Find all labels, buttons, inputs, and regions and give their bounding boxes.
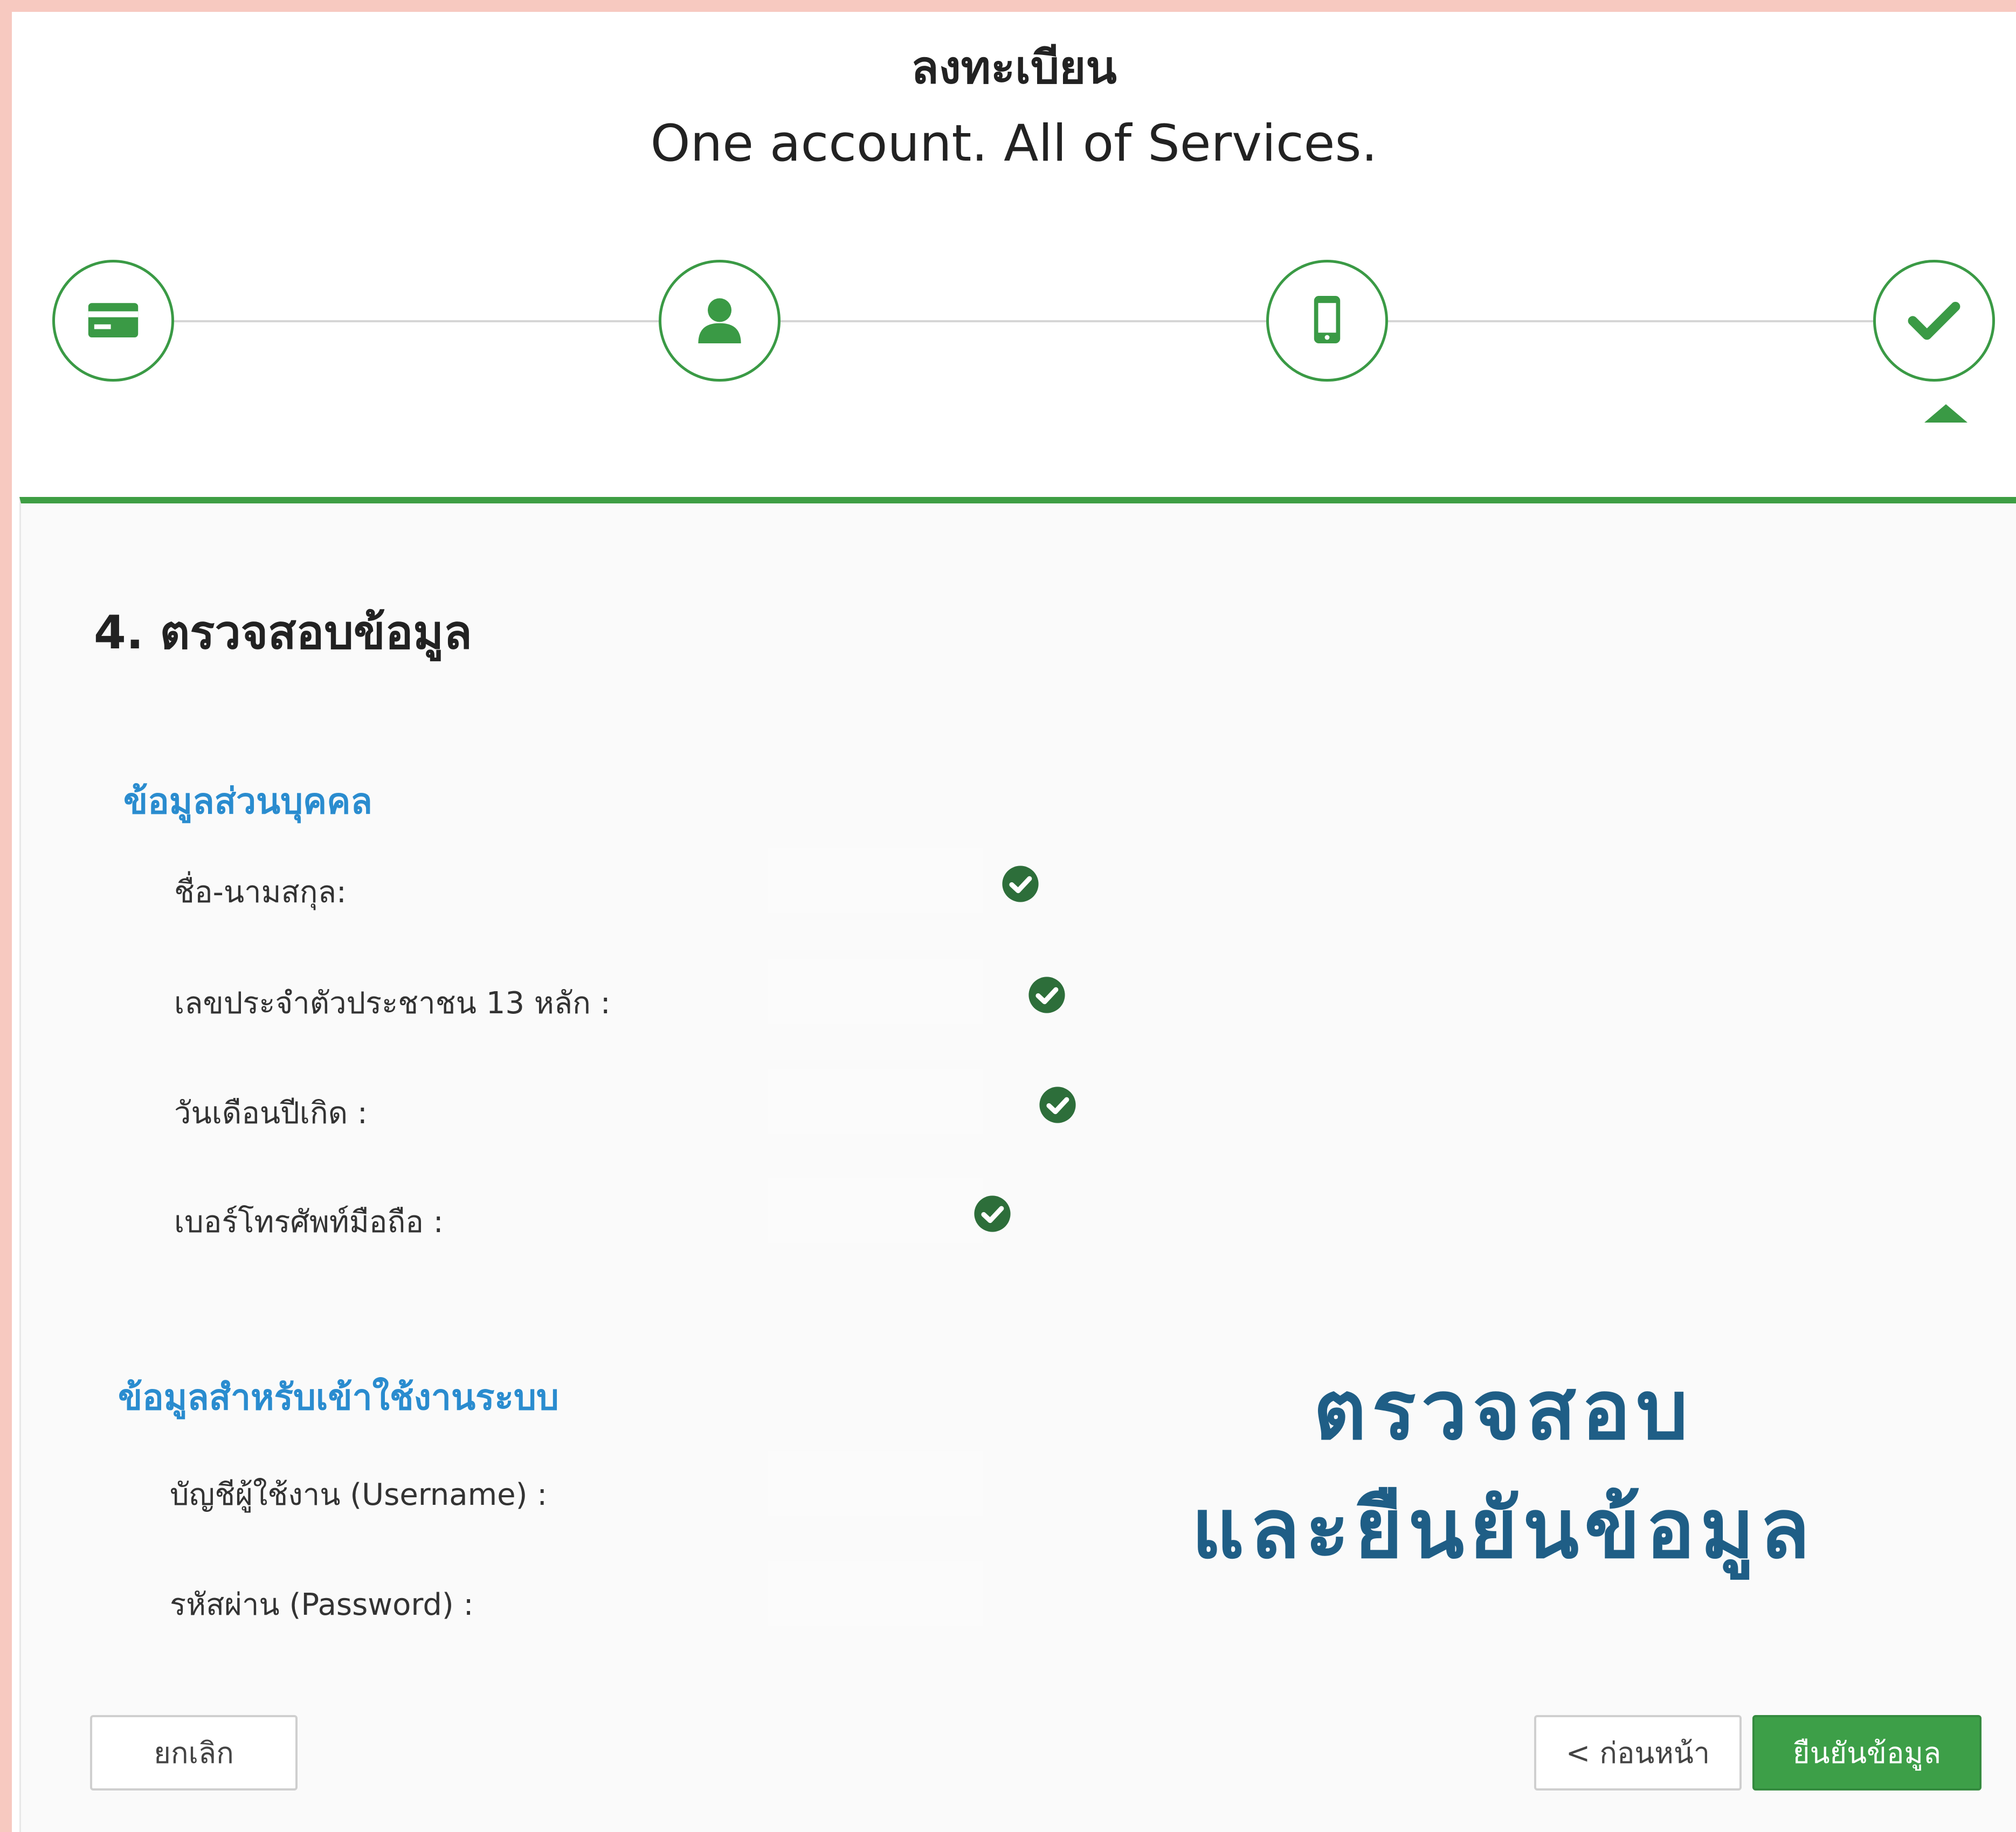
overlay-caption-line-1: ตรวจสอบ [1313, 1363, 1694, 1458]
password-label: รหัสผ่าน (Password) : [170, 1587, 474, 1622]
overlay-caption-line-2: และยืนยันข้อมูล [1191, 1481, 1815, 1577]
login-info-title: ข้อมูลสำหรับเข้าใช้งานระบบ [118, 1377, 559, 1418]
step-1-id-card[interactable] [52, 260, 174, 382]
user-icon [690, 290, 749, 351]
check-circle-icon [974, 1195, 1011, 1233]
check-circle-icon [1002, 865, 1039, 903]
password-value [768, 1561, 983, 1626]
section-title: 4. ตรวจสอบข้อมูล [94, 606, 472, 660]
full-name-value [768, 848, 983, 913]
checkmark-icon [1904, 290, 1964, 351]
check-circle-icon [1039, 1086, 1076, 1124]
active-step-pointer [1924, 404, 1967, 423]
check-circle-icon [1028, 976, 1066, 1014]
citizen-id-value [768, 959, 983, 1024]
personal-info-title: ข้อมูลส่วนบุคคล [123, 780, 372, 822]
birth-date-value [768, 1069, 983, 1134]
full-name-label: ชื่อ-นามสกุล: [174, 875, 347, 910]
mobile-phone-icon [1297, 290, 1357, 351]
cancel-button[interactable]: ยกเลิก [90, 1715, 298, 1790]
username-value [768, 1451, 983, 1516]
step-3-mobile[interactable] [1266, 260, 1388, 382]
review-panel: 4. ตรวจสอบข้อมูล ข้อมูลส่วนบุคคล ชื่อ-นา… [19, 497, 2016, 1832]
mobile-number-value [768, 1178, 983, 1243]
step-2-personal[interactable] [659, 260, 781, 382]
registration-page: ลงทะเบียน One account. All of Services. … [12, 12, 2016, 1832]
id-card-icon [84, 290, 143, 351]
citizen-id-label: เลขประจำตัวประชาชน 13 หลัก : [174, 986, 611, 1021]
stepper-track [174, 320, 1942, 322]
page-subtitle: One account. All of Services. [650, 114, 1378, 173]
page-title: ลงทะเบียน [911, 41, 1117, 94]
mobile-number-label: เบอร์โทรศัพท์มือถือ : [174, 1205, 444, 1240]
birth-date-label: วันเดือนปีเกิด : [174, 1096, 368, 1131]
username-label: บัญชีผู้ใช้งาน (Username) : [170, 1477, 548, 1512]
confirm-button[interactable]: ยืนยันข้อมูล [1752, 1715, 1982, 1790]
step-4-confirm[interactable] [1873, 260, 1995, 382]
previous-button[interactable]: < ก่อนหน้า [1534, 1715, 1742, 1790]
